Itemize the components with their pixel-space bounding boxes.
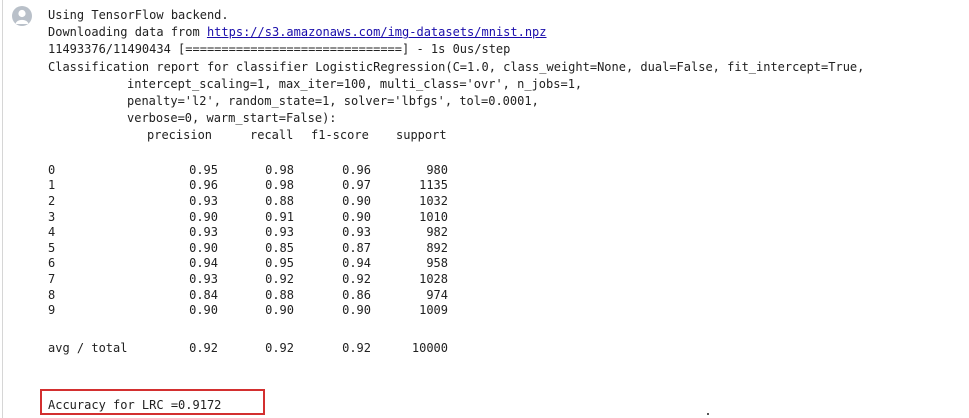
output-cell: Using TensorFlow backend. Downloading da… [0, 0, 969, 418]
row-f1-score: 0.86 [342, 287, 371, 302]
row-recall: 0.90 [265, 303, 294, 318]
row-label: 3 [48, 209, 56, 224]
cell-output-text: Using TensorFlow backend. Downloading da… [48, 7, 963, 365]
avg-precision: 0.92 [189, 340, 218, 355]
header-f1-score: f1-score [311, 128, 369, 143]
backend-message: Using TensorFlow backend. [48, 8, 229, 22]
download-progress: 11493376/11490434 [=====================… [48, 42, 511, 57]
stray-mark [707, 413, 709, 415]
row-support: 980 [426, 162, 448, 177]
classifier-line-3: penalty='l2', random_state=1, solver='lb… [127, 93, 539, 108]
row-support: 1010 [419, 209, 448, 224]
row-precision: 0.90 [189, 240, 218, 255]
row-precision: 0.95 [189, 162, 218, 177]
row-label: 0 [48, 162, 56, 177]
cell-gutter-divider [2, 0, 3, 418]
user-avatar-icon [12, 6, 32, 26]
row-precision: 0.90 [189, 303, 218, 318]
row-f1-score: 0.90 [342, 209, 371, 224]
avg-label: avg / total [48, 340, 128, 355]
row-f1-score: 0.90 [342, 303, 371, 318]
accuracy-result: Accuracy for LRC =0.9172 [48, 398, 222, 412]
dataset-link[interactable]: https://s3.amazonaws.com/img-datasets/mn… [207, 25, 547, 39]
classification-report-table: precision recall f1-score support 0 0.95 0… [48, 127, 963, 365]
row-recall: 0.98 [265, 162, 294, 177]
row-precision: 0.84 [189, 287, 218, 302]
row-f1-score: 0.87 [342, 240, 371, 255]
avg-recall: 0.92 [265, 340, 294, 355]
row-label: 8 [48, 287, 56, 302]
row-f1-score: 0.96 [342, 162, 371, 177]
avg-f1-score: 0.92 [342, 340, 371, 355]
download-message: Downloading data from https://s3.amazona… [48, 24, 963, 41]
row-support: 1009 [419, 303, 448, 318]
row-label: 9 [48, 303, 56, 318]
row-support: 974 [426, 287, 448, 302]
row-precision: 0.90 [189, 209, 218, 224]
download-prefix: Downloading data from [48, 25, 207, 40]
classifier-line-1: Classification report for classifier Log… [48, 59, 865, 74]
row-recall: 0.88 [265, 287, 294, 302]
classifier-line-2: intercept_scaling=1, max_iter=100, multi… [127, 76, 583, 91]
row-recall: 0.91 [265, 209, 294, 224]
header-precision: precision [147, 128, 213, 143]
row-recall: 0.85 [265, 240, 294, 255]
header-recall: recall [250, 128, 294, 143]
header-support: support [396, 128, 447, 143]
classifier-line-4: verbose=0, warm_start=False): [127, 111, 337, 126]
avg-support: 10000 [411, 340, 448, 355]
row-label: 5 [48, 240, 56, 255]
row-support: 892 [426, 240, 448, 255]
